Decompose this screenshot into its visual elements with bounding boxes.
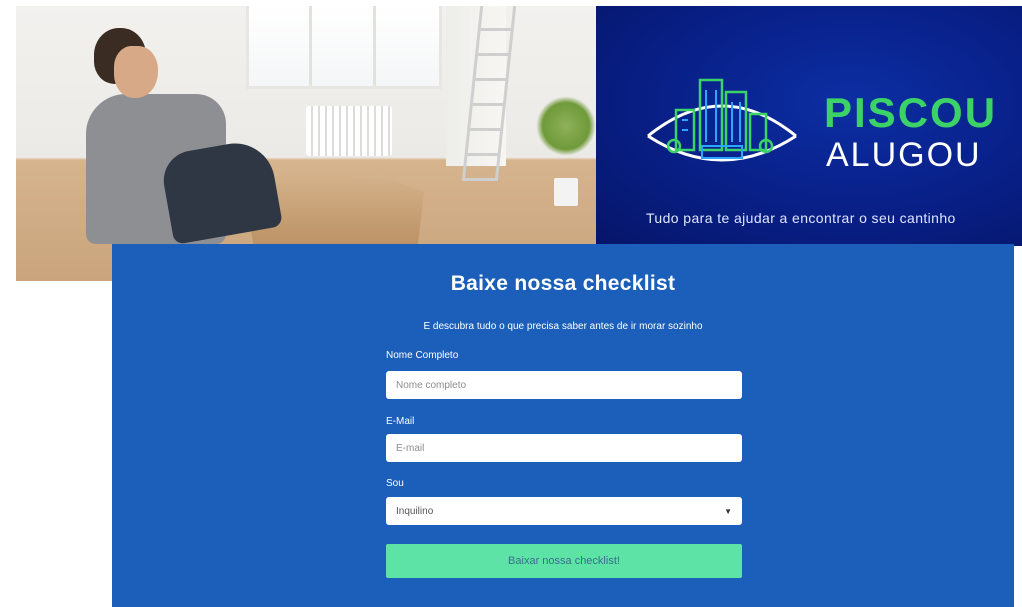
email-label: E-Mail — [386, 416, 415, 427]
plant-illustration — [536, 96, 596, 156]
form-subtitle: E descubra tudo o que precisa saber ante… — [423, 321, 703, 332]
brand-tagline: Tudo para te ajudar a encontrar o seu ca… — [646, 210, 956, 226]
role-select-value: Inquilino — [396, 505, 434, 517]
role-label: Sou — [386, 478, 404, 489]
pot-illustration — [554, 178, 578, 206]
download-checklist-button[interactable]: Baixar nossa checklist! — [386, 544, 742, 578]
form-title: Baixe nossa checklist — [450, 272, 676, 295]
checklist-form-panel: Baixe nossa checklist E descubra tudo o … — [112, 244, 1014, 607]
email-input[interactable] — [386, 434, 742, 462]
man-sitting-with-box-photo — [16, 6, 596, 281]
name-input[interactable] — [386, 371, 742, 399]
brand-panel: PISCOU ALUGOU Tudo para te ajudar a enco… — [596, 6, 1022, 246]
name-label: Nome Completo — [386, 350, 459, 361]
city-eye-icon — [647, 78, 797, 162]
brand-name-alugou: ALUGOU — [826, 136, 982, 174]
hero-banner: PISCOU ALUGOU Tudo para te ajudar a enco… — [16, 6, 1022, 281]
radiator-illustration — [306, 106, 392, 156]
caret-down-icon: ▼ — [724, 506, 732, 516]
brand-name-piscou: PISCOU — [824, 89, 998, 136]
person-face-illustration — [114, 46, 158, 98]
window-illustration — [246, 6, 442, 89]
role-select[interactable]: Inquilino ▼ — [386, 497, 742, 525]
